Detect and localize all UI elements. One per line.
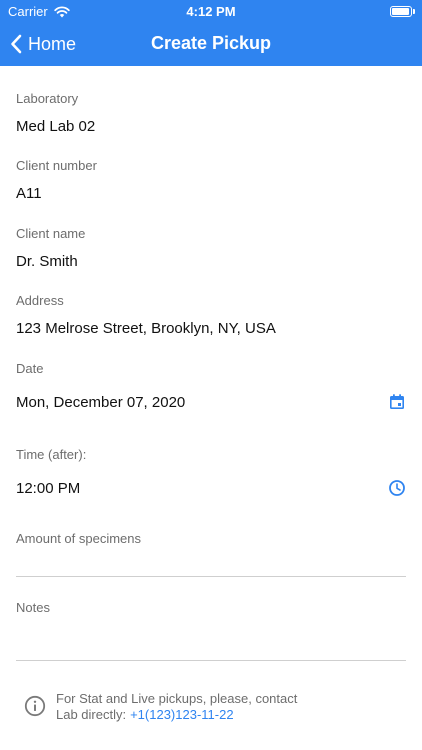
address-value[interactable]: 123 Melrose Street, Brooklyn, NY, USA xyxy=(16,320,276,337)
pickup-info-note: For Stat and Live pickups, please, conta… xyxy=(56,691,396,723)
laboratory-value[interactable]: Med Lab 02 xyxy=(16,118,95,135)
specimens-underline xyxy=(16,576,406,577)
calendar-icon[interactable] xyxy=(388,393,406,411)
navigation-header: Carrier 4:12 PM Home Create Pickup xyxy=(0,0,422,66)
client-name-value[interactable]: Dr. Smith xyxy=(16,253,78,270)
clock-icon[interactable] xyxy=(388,479,406,497)
time-field[interactable]: 12:00 PM xyxy=(16,480,80,497)
notes-underline xyxy=(16,660,406,661)
specimens-label: Amount of specimens xyxy=(16,531,142,546)
client-number-label: Client number xyxy=(16,158,97,173)
battery-nub xyxy=(413,9,415,14)
info-line-1: For Stat and Live pickups, please, conta… xyxy=(56,691,298,706)
laboratory-label: Laboratory xyxy=(16,91,79,106)
address-label: Address xyxy=(16,293,64,308)
lab-phone-link[interactable]: +1(123)123-11-22 xyxy=(130,707,233,722)
date-field[interactable]: Mon, December 07, 2020 xyxy=(16,394,185,411)
time-label: Time (after): xyxy=(16,447,87,462)
info-icon xyxy=(24,695,46,717)
date-label: Date xyxy=(16,361,44,376)
notes-label: Notes xyxy=(16,600,50,615)
client-name-label: Client name xyxy=(16,226,86,241)
status-bar: Carrier 4:12 PM xyxy=(0,0,422,22)
page-title: Create Pickup xyxy=(150,33,272,53)
client-number-value[interactable]: A11 xyxy=(16,185,42,202)
status-time: 4:12 PM xyxy=(186,4,236,19)
battery-level xyxy=(392,8,410,15)
info-line-2-prefix: Lab directly: xyxy=(56,707,127,722)
battery-icon xyxy=(390,6,412,17)
info-line-2: Lab directly: +1(123)123-11-22 xyxy=(56,707,396,723)
